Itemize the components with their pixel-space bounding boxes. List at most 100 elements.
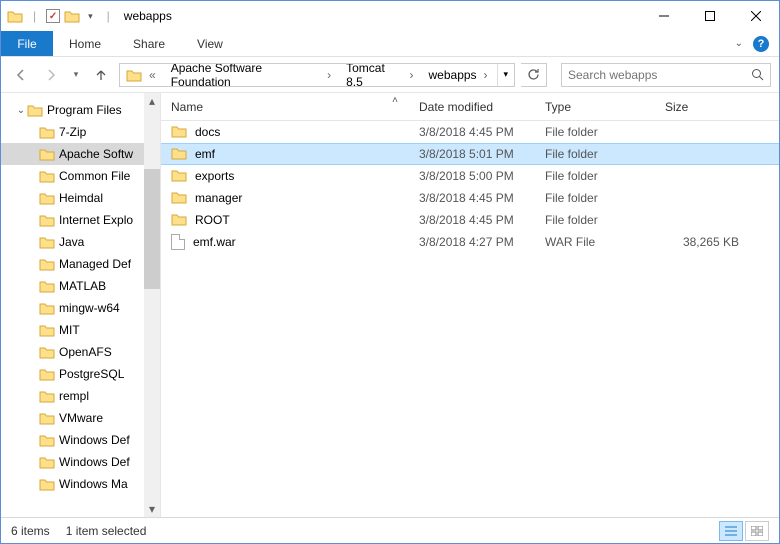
tree-item[interactable]: Common File bbox=[1, 165, 160, 187]
qat-new-folder-icon[interactable] bbox=[64, 9, 80, 23]
file-type: File folder bbox=[535, 213, 655, 227]
back-button[interactable] bbox=[9, 63, 33, 87]
tree-item[interactable]: Windows Def bbox=[1, 451, 160, 473]
file-row[interactable]: manager3/8/2018 4:45 PMFile folder bbox=[161, 187, 779, 209]
tree-item[interactable]: VMware bbox=[1, 407, 160, 429]
qat-checkbox-icon[interactable]: ✓ bbox=[46, 9, 60, 23]
thumbnails-view-button[interactable] bbox=[745, 521, 769, 541]
folder-icon bbox=[39, 411, 55, 425]
file-tab[interactable]: File bbox=[1, 31, 53, 56]
chevron-right-icon[interactable]: › bbox=[407, 68, 417, 82]
tree-item[interactable]: Heimdal bbox=[1, 187, 160, 209]
search-box[interactable] bbox=[561, 63, 771, 87]
tree-scrollbar[interactable]: ▴ ▾ bbox=[144, 93, 160, 517]
details-view-button[interactable] bbox=[719, 521, 743, 541]
folder-icon bbox=[27, 103, 43, 117]
forward-button[interactable] bbox=[39, 63, 63, 87]
chevron-down-icon[interactable]: ⌄ bbox=[15, 105, 27, 116]
nav-bar: ▾ « Apache Software Foundation› Tomcat 8… bbox=[1, 57, 779, 93]
folder-icon bbox=[39, 125, 55, 139]
search-input[interactable] bbox=[562, 68, 744, 82]
tree-item[interactable]: mingw-w64 bbox=[1, 297, 160, 319]
tree-item[interactable]: MATLAB bbox=[1, 275, 160, 297]
tree-item[interactable]: 7-Zip bbox=[1, 121, 160, 143]
qat-dropdown-icon[interactable]: ▾ bbox=[84, 11, 97, 22]
tree-label: mingw-w64 bbox=[59, 301, 120, 315]
folder-icon bbox=[39, 477, 55, 491]
chevron-right-icon[interactable]: › bbox=[481, 68, 491, 82]
tree-item[interactable]: MIT bbox=[1, 319, 160, 341]
folder-icon bbox=[39, 235, 55, 249]
refresh-button[interactable] bbox=[521, 63, 547, 87]
breadcrumb-seg-1[interactable]: Tomcat 8.5› bbox=[340, 64, 422, 86]
tree-root[interactable]: ⌄ Program Files bbox=[1, 99, 160, 121]
status-count: 6 items bbox=[11, 524, 50, 538]
tree-item[interactable]: Windows Def bbox=[1, 429, 160, 451]
tree-label: Windows Def bbox=[59, 433, 130, 447]
breadcrumb-seg-0[interactable]: Apache Software Foundation› bbox=[165, 64, 340, 86]
folder-icon bbox=[171, 146, 187, 162]
up-button[interactable] bbox=[89, 63, 113, 87]
maximize-button[interactable] bbox=[687, 1, 733, 31]
file-row[interactable]: docs3/8/2018 4:45 PMFile folder bbox=[161, 121, 779, 143]
tab-view[interactable]: View bbox=[181, 31, 239, 56]
tree-item[interactable]: rempl bbox=[1, 385, 160, 407]
scroll-up-icon[interactable]: ▴ bbox=[149, 93, 155, 109]
tree-label: PostgreSQL bbox=[59, 367, 124, 381]
file-row[interactable]: ROOT3/8/2018 4:45 PMFile folder bbox=[161, 209, 779, 231]
file-name: exports bbox=[195, 169, 234, 183]
close-button[interactable] bbox=[733, 1, 779, 31]
file-date: 3/8/2018 4:45 PM bbox=[409, 191, 535, 205]
col-type[interactable]: Type bbox=[535, 93, 655, 120]
address-history-dropdown[interactable]: ▾ bbox=[497, 64, 514, 86]
folder-icon bbox=[39, 345, 55, 359]
tree-label: Java bbox=[59, 235, 84, 249]
ribbon: File Home Share View ⌄ ? bbox=[1, 31, 779, 57]
tree-item[interactable]: Windows Ma bbox=[1, 473, 160, 495]
address-bar[interactable]: « Apache Software Foundation› Tomcat 8.5… bbox=[119, 63, 515, 87]
tree-label: Managed Def bbox=[59, 257, 131, 271]
col-name[interactable]: Name˄ bbox=[161, 93, 409, 120]
file-row[interactable]: emf.war3/8/2018 4:27 PMWAR File38,265 KB bbox=[161, 231, 779, 253]
file-icon bbox=[171, 234, 185, 250]
breadcrumb-seg-2[interactable]: webapps› bbox=[423, 64, 497, 86]
help-icon[interactable]: ? bbox=[753, 36, 769, 52]
file-name: manager bbox=[195, 191, 242, 205]
file-type: File folder bbox=[535, 147, 655, 161]
file-row[interactable]: emf3/8/2018 5:01 PMFile folder bbox=[161, 143, 779, 165]
column-headers: Name˄ Date modified Type Size bbox=[161, 93, 779, 121]
tree-label: Common File bbox=[59, 169, 130, 183]
file-type: File folder bbox=[535, 169, 655, 183]
qat-separator: | bbox=[33, 9, 36, 23]
file-list: Name˄ Date modified Type Size docs3/8/20… bbox=[161, 93, 779, 517]
scrollbar-thumb[interactable] bbox=[144, 169, 160, 289]
tree-item[interactable]: PostgreSQL bbox=[1, 363, 160, 385]
tree-item[interactable]: Internet Explo bbox=[1, 209, 160, 231]
file-type: WAR File bbox=[535, 235, 655, 249]
tree-item[interactable]: Apache Softw bbox=[1, 143, 160, 165]
breadcrumb-root-chevron[interactable]: « bbox=[146, 68, 159, 82]
scroll-down-icon[interactable]: ▾ bbox=[149, 501, 155, 517]
tree-label: Program Files bbox=[47, 103, 122, 117]
tree-item[interactable]: Managed Def bbox=[1, 253, 160, 275]
tab-share[interactable]: Share bbox=[117, 31, 181, 56]
col-date[interactable]: Date modified bbox=[409, 93, 535, 120]
folder-icon bbox=[39, 367, 55, 381]
search-icon[interactable] bbox=[744, 68, 770, 81]
ribbon-collapse-icon[interactable]: ⌄ bbox=[735, 38, 743, 49]
tree-item[interactable]: OpenAFS bbox=[1, 341, 160, 363]
chevron-right-icon[interactable]: › bbox=[324, 68, 334, 82]
tree-item[interactable]: Java bbox=[1, 231, 160, 253]
qat-folder-icon[interactable] bbox=[7, 9, 23, 23]
folder-icon bbox=[39, 323, 55, 337]
file-date: 3/8/2018 5:01 PM bbox=[409, 147, 535, 161]
tab-home[interactable]: Home bbox=[53, 31, 117, 56]
recent-dropdown[interactable]: ▾ bbox=[69, 63, 83, 87]
col-size[interactable]: Size bbox=[655, 93, 755, 120]
file-type: File folder bbox=[535, 125, 655, 139]
folder-icon bbox=[39, 279, 55, 293]
folder-icon bbox=[39, 147, 55, 161]
file-row[interactable]: exports3/8/2018 5:00 PMFile folder bbox=[161, 165, 779, 187]
minimize-button[interactable] bbox=[641, 1, 687, 31]
tree-label: VMware bbox=[59, 411, 103, 425]
